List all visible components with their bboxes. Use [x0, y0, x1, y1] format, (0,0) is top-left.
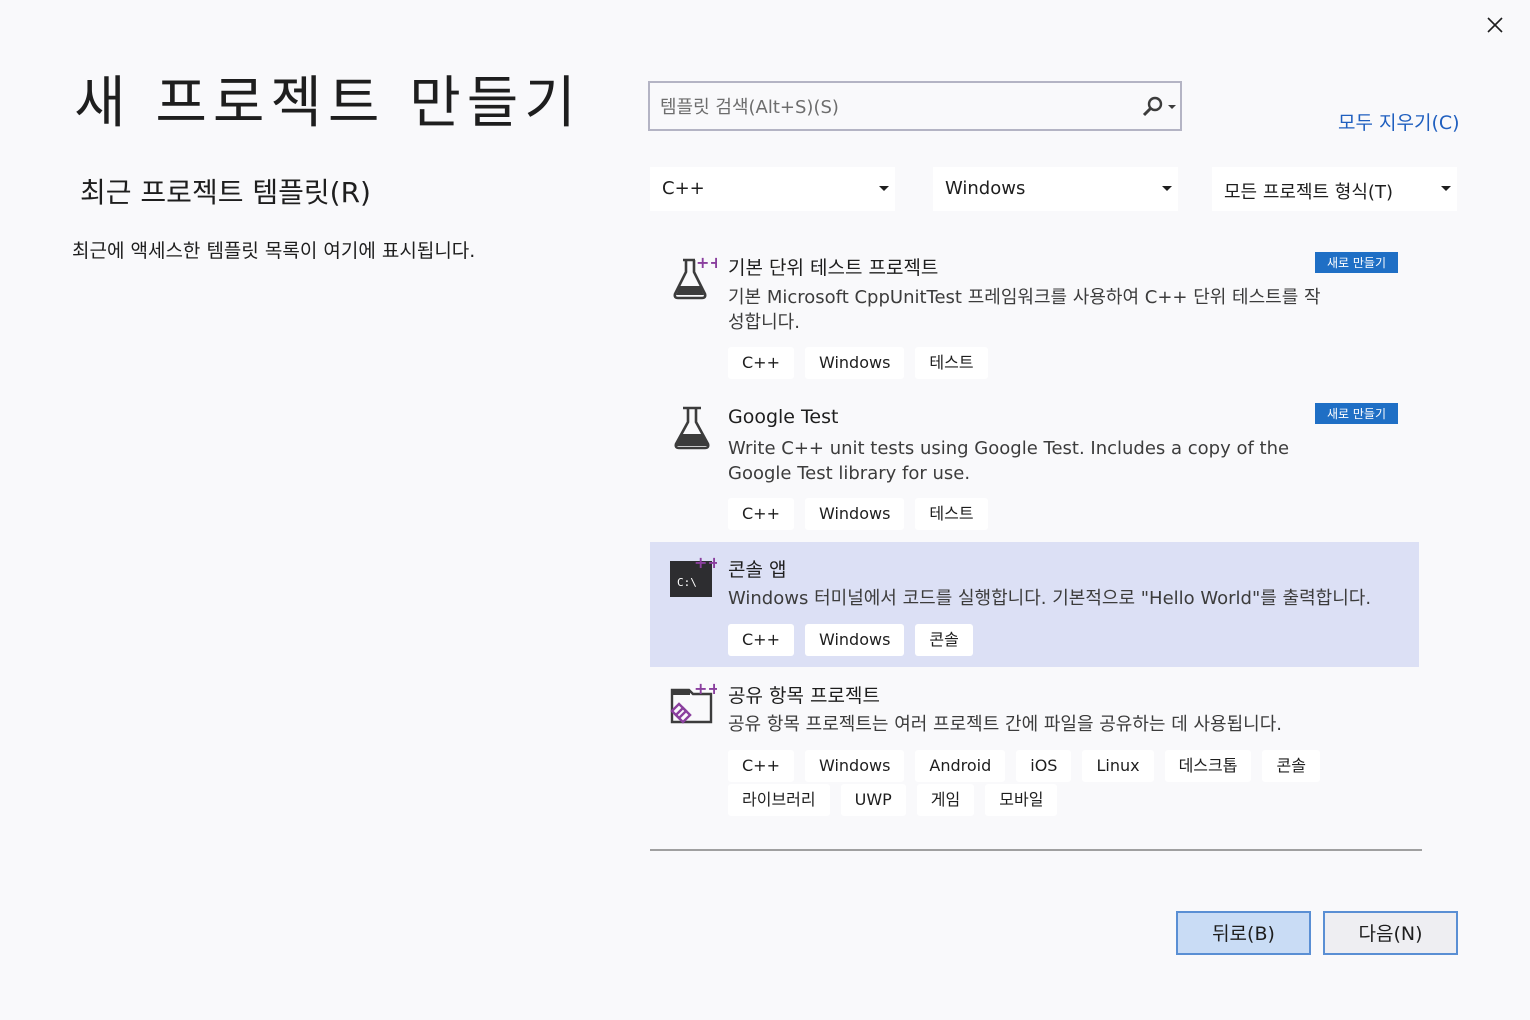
tag: UWP: [840, 784, 906, 816]
flask-plus-icon: ++: [669, 253, 723, 302]
tag: Windows: [804, 498, 905, 530]
platform-filter-dropdown[interactable]: Windows: [933, 167, 1178, 211]
search-icon: [1142, 96, 1176, 117]
template-description: 공유 항목 프로젝트는 여러 프로젝트 간에 파일을 공유하는 데 사용됩니다.: [728, 714, 1283, 735]
recent-templates-heading: 최근 프로젝트 템플릿(R): [80, 176, 371, 209]
new-badge: 새로 만들기: [1315, 252, 1399, 273]
template-description: 기본 Microsoft CppUnitTest 프레임워크를 사용하여 C++…: [728, 287, 1321, 333]
next-button[interactable]: 다음(N): [1323, 911, 1458, 955]
template-name: 기본 단위 테스트 프로젝트: [728, 257, 939, 279]
template-tags: C++ Windows 콘솔: [728, 624, 1368, 658]
tag: Windows: [804, 750, 905, 782]
close-button[interactable]: [1482, 12, 1508, 38]
close-icon: [1487, 17, 1503, 33]
language-filter-value: C++: [662, 178, 705, 199]
tag: C++: [728, 347, 794, 379]
shared-items-icon: ++: [669, 679, 721, 730]
search-input[interactable]: [658, 83, 1132, 131]
search-box: [648, 81, 1182, 131]
template-description: Windows 터미널에서 코드를 실행합니다. 기본적으로 "Hello Wo…: [728, 588, 1372, 609]
template-item-basic-unit-test[interactable]: ++ 기본 단위 테스트 프로젝트 기본 Microsoft CppUnitTe…: [650, 240, 1419, 386]
template-name: 콘솔 앱: [728, 559, 787, 581]
tag: iOS: [1016, 750, 1072, 782]
template-tags: C++ Windows Android iOS Linux 데스크톱 콘솔라이브러리 UWP 게…: [728, 750, 1368, 818]
template-description: Write C++ unit tests using Google Test. …: [728, 438, 1290, 484]
tag: Android: [915, 750, 1006, 782]
svg-text:++: ++: [696, 254, 717, 272]
svg-text:C:\: C:\: [677, 576, 697, 589]
new-badge: 새로 만들기: [1315, 403, 1399, 424]
chevron-down-icon: [1441, 186, 1451, 191]
tag: 게임: [916, 784, 975, 816]
tag: C++: [728, 498, 794, 530]
clear-all-filters-link[interactable]: 모두 지우기(C): [1338, 108, 1460, 135]
list-bottom-divider: [650, 849, 1422, 851]
tag: 테스트: [915, 498, 988, 530]
tag: 테스트: [915, 347, 988, 379]
template-tags: C++ Windows 테스트: [728, 347, 1368, 381]
svg-text:++: ++: [694, 554, 717, 572]
recent-templates-empty-message: 최근에 액세스한 템플릿 목록이 여기에 표시됩니다.: [72, 240, 476, 262]
tag: 콘솔: [1262, 750, 1320, 782]
project-type-filter-dropdown[interactable]: 모든 프로젝트 형식(T): [1212, 167, 1457, 211]
template-name: Google Test: [728, 406, 839, 428]
template-item-console-app[interactable]: C:\ ++ 콘솔 앱 Windows 터미널에서 코드를 실행합니다. 기본적…: [650, 542, 1419, 667]
flask-icon: [669, 404, 717, 452]
chevron-down-icon: [879, 186, 889, 191]
chevron-down-icon: [1162, 186, 1172, 191]
svg-text:++: ++: [694, 682, 717, 698]
page-title: 새 프로젝트 만들기: [74, 71, 582, 136]
template-item-google-test[interactable]: Google Test Write C++ unit tests using G…: [650, 392, 1419, 537]
platform-filter-value: Windows: [945, 178, 1026, 199]
tag: 모바일: [985, 784, 1058, 816]
template-item-shared-items-project[interactable]: ++ 공유 항목 프로젝트 공유 항목 프로젝트는 여러 프로젝트 간에 파일을…: [650, 668, 1419, 828]
tag: 라이브러리: [728, 784, 830, 816]
tag: Windows: [804, 624, 905, 656]
template-name: 공유 항목 프로젝트: [728, 685, 880, 707]
console-app-icon: C:\ ++: [669, 553, 721, 602]
tag: 데스크톱: [1164, 750, 1252, 782]
tag: Windows: [804, 347, 905, 379]
tag: 콘솔: [915, 624, 973, 656]
language-filter-dropdown[interactable]: C++: [650, 167, 895, 211]
tag: Linux: [1082, 750, 1154, 782]
tag: C++: [728, 750, 794, 782]
project-type-filter-value: 모든 프로젝트 형식(T): [1224, 182, 1393, 203]
search-options-button[interactable]: [1140, 95, 1178, 119]
back-button[interactable]: 뒤로(B): [1176, 911, 1311, 955]
tag: C++: [728, 624, 794, 656]
template-tags: C++ Windows 테스트: [728, 498, 1368, 532]
